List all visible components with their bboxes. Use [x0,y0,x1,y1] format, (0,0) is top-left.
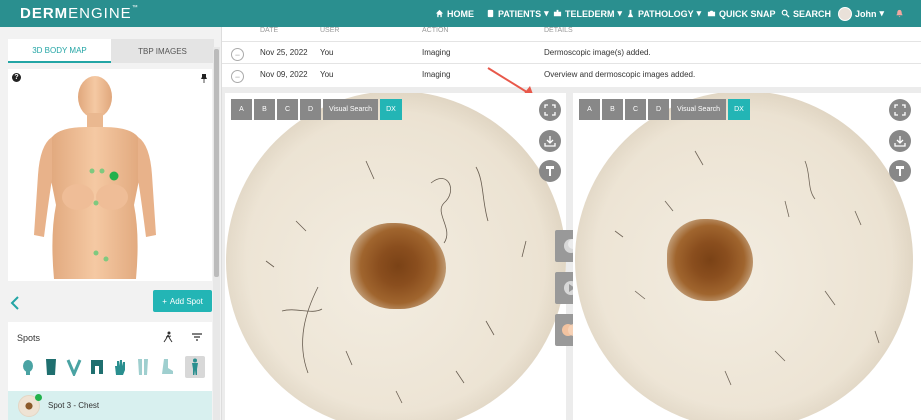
spot-list-item[interactable]: Spot 3 - Chest [8,391,212,420]
nav-home[interactable]: HOME [435,0,474,27]
view-tabs: 3D BODY MAP TBP IMAGES [8,39,214,63]
plus-icon: + [162,296,167,306]
tab-3d-body-map[interactable]: 3D BODY MAP [8,39,111,63]
avatar [838,6,852,21]
top-navbar: DERMENGINE™ HOME PATIENTS ▾ TELEDERM ▾ PAT… [0,0,921,27]
fullscreen-icon [544,104,556,116]
help-icon[interactable]: ? [12,73,21,82]
history-table: DATE USER ACTION DETAILS − Nov 25, 2022 … [222,27,921,87]
viewer-toolbar: A B C D Visual Search DX [231,99,402,120]
body-part-torso[interactable] [41,356,61,378]
fullscreen-button[interactable] [889,99,911,121]
telederm-icon [553,9,562,17]
visual-search-button[interactable]: Visual Search [323,99,379,120]
spot-label: Spot 3 - Chest [48,401,100,410]
spot-thumbnail [18,393,42,417]
pathology-icon [627,9,634,18]
brush-icon [896,166,904,176]
spots-panel: Spots Spot 3 - Chest [8,322,212,420]
full-body-icon [192,358,198,375]
view-c-button[interactable]: C [625,99,646,120]
dx-button[interactable]: DX [728,99,750,120]
hair-overlay [614,150,880,386]
body-part-arm[interactable] [64,356,84,378]
body-model[interactable] [30,75,160,279]
patients-icon [487,9,494,18]
pelvis-icon [91,360,103,374]
notifications-button[interactable] [895,0,904,27]
table-row[interactable]: − Nov 09, 2022 You Imaging Overview and … [222,63,921,84]
dermoscopic-image[interactable] [575,93,913,420]
search-icon [781,9,790,18]
view-a-button[interactable]: A [231,99,252,120]
tab-tbp-images[interactable]: TBP IMAGES [111,39,214,63]
view-a-button[interactable]: A [579,99,600,120]
download-button[interactable] [889,130,911,152]
user-menu[interactable]: John ▾ [838,0,884,27]
view-b-button[interactable]: B [254,99,275,120]
collapse-icon[interactable]: − [231,48,244,61]
body-part-legs[interactable] [133,356,153,378]
download-button[interactable] [539,130,561,152]
body-map-viewer[interactable]: ? [8,69,212,281]
scrollbar-thumb[interactable] [214,49,219,277]
torso-icon [46,359,56,375]
download-icon [894,136,906,147]
pin-icon[interactable] [200,73,208,83]
table-row[interactable]: − Nov 25, 2022 You Imaging Dermoscopic i… [222,41,921,62]
view-b-button[interactable]: B [602,99,623,120]
nav-quick-snap[interactable]: QUICK SNAP [707,0,776,27]
view-d-button[interactable]: D [300,99,321,120]
spots-title: Spots [17,333,41,343]
add-spot-button[interactable]: + Add Spot [153,290,212,312]
legs-icon [138,359,148,375]
sort-icon[interactable] [191,331,203,343]
fullscreen-button[interactable] [539,99,561,121]
head-icon [23,360,33,375]
collapse-icon[interactable]: − [231,70,244,83]
spot-status-dot [35,393,42,401]
image-viewer-left[interactable]: A B C D Visual Search DX [225,93,566,420]
view-d-button[interactable]: D [648,99,669,120]
body-part-full[interactable] [185,356,205,378]
fullscreen-icon [894,104,906,116]
col-action: ACTION [422,27,449,34]
col-details: DETAILS [544,27,573,34]
dermoscopic-image[interactable] [226,93,566,420]
left-panel: 3D BODY MAP TBP IMAGES ? + Add Spot Spot… [0,27,222,420]
nav-pathology[interactable]: PATHOLOGY ▾ [626,0,701,27]
view-c-button[interactable]: C [277,99,298,120]
brush-icon [546,166,554,176]
bell-icon [896,9,903,18]
home-icon [435,9,444,18]
foot-icon [162,359,173,374]
hair-overlay [265,160,527,404]
left-scrollbar[interactable] [213,47,220,420]
col-date: DATE [260,27,279,34]
camera-icon [707,10,716,17]
body-part-foot[interactable] [156,356,176,378]
nav-patients[interactable]: PATIENTS ▾ [486,0,549,27]
person-icon[interactable] [162,331,174,343]
brush-button[interactable] [889,160,911,182]
col-user: USER [320,27,340,34]
brush-button[interactable] [539,160,561,182]
body-part-head[interactable] [18,356,38,378]
arms-icon [66,359,82,376]
nav-telederm[interactable]: TELEDERM ▾ [553,0,622,27]
brand-logo[interactable]: DERMENGINE™ [20,5,139,22]
nav-search[interactable]: SEARCH [781,0,831,27]
viewer-toolbar: A B C D Visual Search DX [579,99,750,120]
body-part-hand[interactable] [110,356,130,378]
chevron-left-icon[interactable] [10,296,20,310]
body-part-pelvis[interactable] [87,356,107,378]
hand-icon [115,360,125,375]
image-viewer-right[interactable]: A B C D Visual Search DX [573,93,921,420]
visual-search-button[interactable]: Visual Search [671,99,727,120]
download-icon [544,136,556,147]
dx-button[interactable]: DX [380,99,402,120]
